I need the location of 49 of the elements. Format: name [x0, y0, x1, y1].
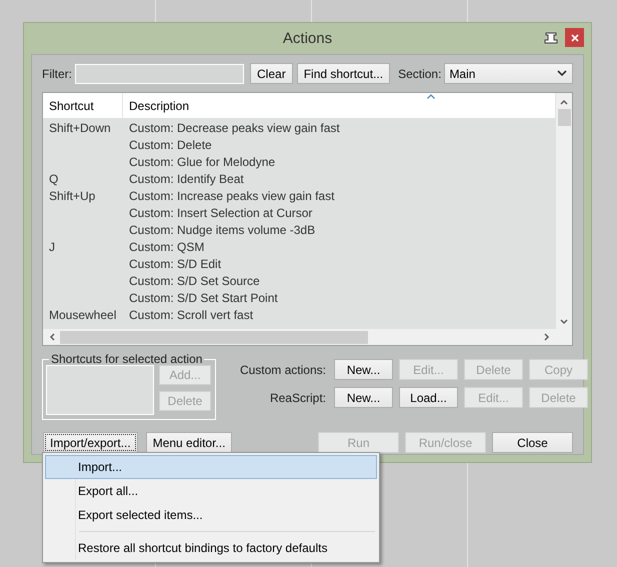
action-button[interactable]: New...	[334, 387, 393, 408]
dialog-button[interactable]: Close	[492, 432, 573, 453]
table-cell-text: Custom: Delete	[128, 138, 213, 152]
close-button[interactable]	[565, 28, 584, 47]
scroll-up-icon[interactable]	[559, 97, 569, 107]
table-cell-text: Custom: Increase peaks view gain fast	[128, 188, 336, 202]
scrollbar-thumb[interactable]	[60, 330, 368, 344]
menu-editor-button[interactable]: Menu editor...	[146, 432, 232, 453]
column-header[interactable]: Shortcut	[43, 93, 123, 118]
clear-button[interactable]: Clear	[250, 63, 293, 84]
table-cell-text: Custom: Decrease peaks view gain fast	[128, 120, 341, 134]
table-cell-text: Custom: Scroll vert fast	[128, 308, 254, 322]
menu-item[interactable]: Export selected items...	[45, 503, 377, 527]
table-cell-text: Custom: Identify Beat	[128, 172, 245, 186]
row-label: Custom actions:	[238, 362, 326, 376]
import-export-button[interactable]: Import/export...	[43, 432, 138, 453]
vertical-scrollbar[interactable]	[556, 93, 572, 329]
menu-item[interactable]: Restore all shortcut bindings to factory defaults	[45, 536, 377, 560]
sort-caret-icon	[427, 94, 435, 99]
table-cell-text: Q	[48, 172, 60, 186]
table-cell-text: Custom: S/D Set Start Point	[128, 290, 279, 304]
table-cell-text: J	[48, 240, 56, 254]
scroll-left-icon[interactable]	[47, 332, 57, 342]
filter-label: Filter:	[42, 66, 72, 80]
table-cell-text: Shift+Down	[48, 120, 112, 134]
table-cell-text: Custom: S/D Set Source	[128, 274, 261, 288]
row-label: ReaScript:	[268, 390, 326, 404]
close-icon	[570, 34, 578, 42]
table-cell-text: Custom: Insert Selection at Cursor	[128, 206, 314, 220]
table-cell-text: Custom: Nudge items volume -3dB	[128, 222, 316, 236]
scrollbar-thumb[interactable]	[558, 109, 570, 126]
window-title: Actions	[282, 30, 334, 47]
table-cell-text: Shift+Up	[48, 188, 96, 202]
group-title: Shortcuts for selected action	[50, 352, 204, 366]
table-cell-text: Custom: S/D Edit	[128, 256, 222, 270]
table-cell-text: Custom: Glue for Melodyne	[128, 154, 276, 168]
section-label: Section:	[398, 66, 442, 80]
horizontal-scrollbar[interactable]	[43, 329, 556, 345]
filter-field[interactable]	[75, 64, 244, 84]
scroll-right-icon[interactable]	[542, 332, 552, 342]
menu-item[interactable]: Export all...	[45, 479, 377, 503]
table-cell-text: Mousewheel	[48, 308, 118, 322]
menu-item[interactable]: Import...	[45, 455, 377, 479]
section-dropdown[interactable]: Main	[444, 63, 573, 84]
pin-icon[interactable]	[543, 32, 559, 44]
action-button[interactable]: Load...	[399, 387, 458, 408]
find-shortcut-button[interactable]: Find shortcut...	[296, 63, 390, 84]
action-button[interactable]: New...	[334, 359, 393, 380]
table-cell-text: Custom: QSM	[128, 240, 206, 254]
